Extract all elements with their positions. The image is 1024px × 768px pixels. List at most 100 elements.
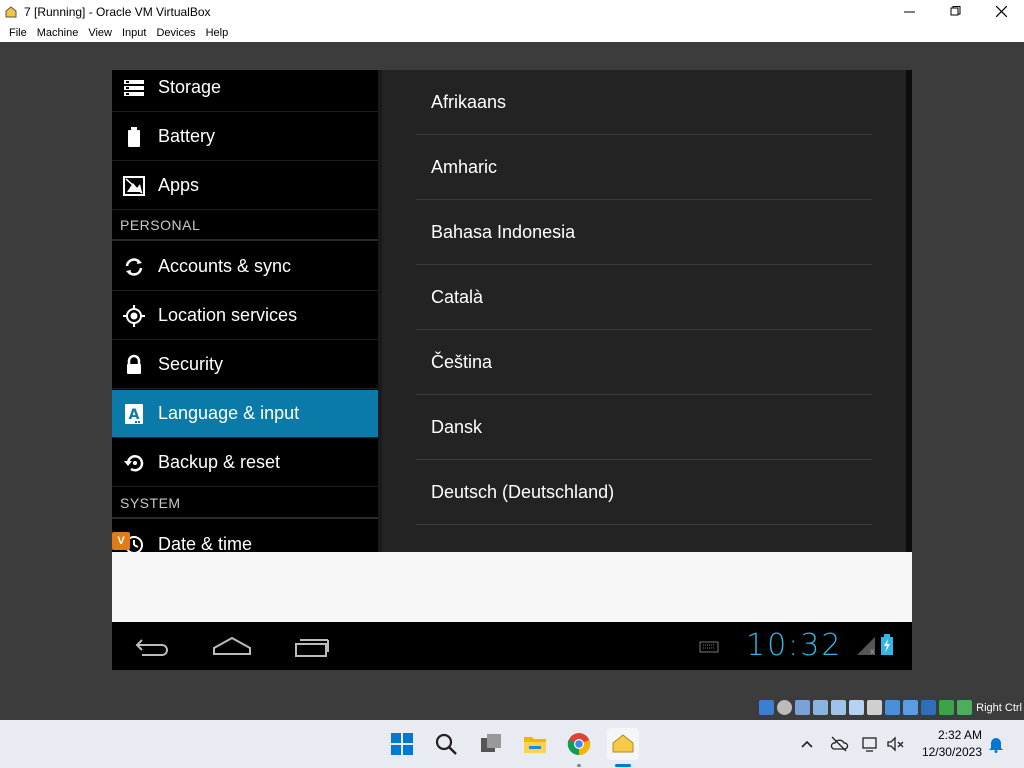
settings-item-label: Language & input — [158, 403, 300, 423]
section-header-personal: PERSONAL — [112, 211, 378, 241]
cpu-icon[interactable] — [921, 700, 936, 715]
svg-text:x: x — [870, 647, 875, 656]
windows-logo-icon — [391, 733, 413, 755]
location-icon — [122, 304, 146, 328]
display-icon[interactable] — [885, 700, 900, 715]
chevron-up-icon[interactable] — [797, 734, 817, 754]
network-monitor-icon[interactable] — [860, 734, 880, 754]
taskbar-date[interactable]: 12/30/2023 — [914, 745, 982, 759]
signal-icon: x — [857, 637, 875, 656]
settings-item-label: Battery — [158, 126, 216, 146]
chrome-button[interactable] — [563, 728, 595, 760]
cloud-offline-icon[interactable] — [829, 734, 849, 754]
start-button[interactable] — [386, 728, 418, 760]
menu-view[interactable]: View — [83, 27, 117, 39]
back-button[interactable] — [134, 634, 170, 658]
language-list[interactable]: Afrikaans Amharic Bahasa Indonesia Catal… — [382, 70, 906, 552]
recording-icon[interactable] — [903, 700, 918, 715]
open-app-indicator — [577, 764, 581, 767]
device-indicators — [759, 700, 972, 715]
menu-devices[interactable]: Devices — [151, 27, 200, 39]
settings-item-accounts-sync[interactable]: Accounts & sync — [112, 243, 378, 291]
keyboard-icon — [699, 641, 719, 653]
settings-item-language-input[interactable]: A Language & input — [112, 390, 378, 438]
language-option[interactable]: Čeština — [416, 330, 872, 395]
search-button[interactable] — [430, 728, 462, 760]
battery-charging-icon — [881, 634, 893, 655]
settings-item-label: Accounts & sync — [158, 256, 292, 276]
settings-item-battery[interactable]: Battery — [112, 113, 378, 161]
audio-icon[interactable] — [795, 700, 810, 715]
active-app-indicator — [615, 764, 631, 767]
battery-icon — [122, 125, 146, 149]
drag-drop-icon[interactable] — [867, 700, 882, 715]
optical-drive-icon[interactable] — [777, 700, 792, 715]
section-header-system: SYSTEM — [112, 489, 378, 519]
virtualbox-overlay-icon: V — [112, 532, 130, 550]
android-navigation-bar: 10:32 x — [112, 622, 912, 670]
language-option[interactable]: Dansk — [416, 395, 872, 460]
android-screen[interactable]: Storage Battery Apps PERSONAL Accounts &… — [112, 70, 912, 670]
shared-folders-icon[interactable] — [849, 700, 864, 715]
minimize-icon — [903, 11, 915, 13]
restore-button[interactable] — [932, 0, 978, 23]
task-view-button[interactable] — [475, 728, 507, 760]
file-explorer-button[interactable] — [519, 728, 551, 760]
close-icon — [995, 6, 1007, 17]
chrome-icon — [567, 733, 591, 756]
language-option[interactable]: Amharic — [416, 135, 872, 200]
taskbar-time[interactable]: 2:32 AM — [914, 728, 982, 742]
menu-input[interactable]: Input — [117, 27, 151, 39]
settings-item-security[interactable]: Security — [112, 341, 378, 389]
settings-item-backup-reset[interactable]: Backup & reset — [112, 439, 378, 487]
settings-item-label: Apps — [158, 175, 200, 195]
virtualbox-icon — [612, 734, 634, 753]
backup-icon — [122, 451, 146, 475]
language-option[interactable]: Bahasa Indonesia — [416, 200, 872, 265]
settings-item-label: Security — [158, 354, 224, 374]
settings-item-label: Backup & reset — [158, 452, 281, 472]
settings-item-apps[interactable]: Apps — [112, 162, 378, 210]
hard-disk-icon[interactable] — [759, 700, 774, 715]
language-option[interactable]: Deutsch (Deutschland) — [416, 460, 872, 525]
minimize-button[interactable] — [886, 0, 932, 23]
apps-icon — [122, 174, 146, 198]
settings-item-label: Location services — [158, 305, 298, 325]
folder-icon — [524, 737, 546, 753]
notification-bell-icon[interactable] — [986, 734, 1006, 754]
menu-machine[interactable]: Machine — [32, 27, 84, 39]
sync-icon — [122, 255, 146, 279]
recent-apps-button[interactable] — [294, 634, 330, 658]
home-button[interactable] — [212, 634, 252, 658]
menu-bar: File Machine View Input Devices Help — [0, 23, 1024, 42]
host-key-label: Right Ctrl — [976, 702, 1022, 714]
status-clock: 10:32 — [746, 628, 843, 663]
language-option[interactable]: Afrikaans — [416, 70, 872, 135]
menu-file[interactable]: File — [4, 27, 32, 39]
volume-muted-icon[interactable] — [885, 734, 905, 754]
usb-icon[interactable] — [831, 700, 846, 715]
language-option[interactable]: Català — [416, 265, 872, 330]
settings-item-label: Date & time — [158, 534, 253, 552]
network-icon[interactable] — [813, 700, 828, 715]
blank-panel — [112, 552, 912, 622]
restore-icon — [950, 6, 960, 16]
task-view-icon — [481, 734, 501, 752]
scroll-edge — [906, 70, 912, 552]
storage-icon — [122, 76, 146, 100]
windows-taskbar: 2:32 AM 12/30/2023 — [0, 720, 1024, 768]
menu-help[interactable]: Help — [201, 27, 234, 39]
lock-icon — [122, 353, 146, 377]
close-button[interactable] — [978, 0, 1024, 23]
virtualbox-app-icon — [5, 5, 17, 17]
keyboard-capture-icon[interactable] — [957, 700, 972, 715]
virtualbox-taskbar-button[interactable] — [607, 728, 639, 760]
search-icon — [435, 733, 457, 755]
settings-item-date-time[interactable]: Date & time — [112, 521, 378, 552]
settings-item-storage[interactable]: Storage — [112, 70, 378, 112]
settings-categories-list[interactable]: Storage Battery Apps PERSONAL Accounts &… — [112, 70, 380, 552]
mouse-integration-icon[interactable] — [939, 700, 954, 715]
virtualbox-status-bar: Right Ctrl — [0, 698, 1024, 720]
window-title: 7 [Running] - Oracle VM VirtualBox — [24, 4, 211, 19]
settings-item-location-services[interactable]: Location services — [112, 292, 378, 340]
